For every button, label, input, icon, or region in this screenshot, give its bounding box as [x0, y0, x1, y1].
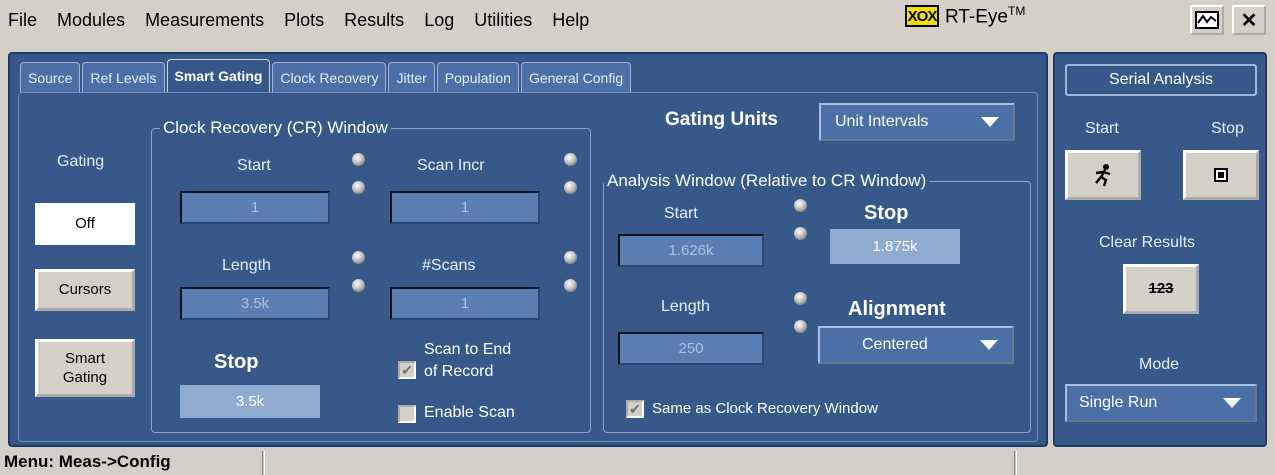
menu-measurements[interactable]: Measurements — [135, 0, 274, 40]
aw-length-up-knob[interactable] — [794, 292, 807, 305]
app-brand: XOX RT-EyeTM — [905, 4, 1025, 28]
analysis-window-title: Analysis Window (Relative to CR Window) — [604, 171, 930, 191]
gating-label: Gating — [57, 153, 105, 170]
gating-units-label: Gating Units — [665, 109, 778, 130]
window-icon — [1195, 11, 1219, 29]
cr-scan-incr-up-knob[interactable] — [564, 153, 577, 166]
check-icon: ✔ — [629, 400, 641, 417]
stop-button[interactable] — [1183, 150, 1259, 200]
cr-length-up-knob[interactable] — [352, 251, 365, 264]
aw-start-input[interactable]: 1.626k — [618, 234, 764, 267]
aw-length-down-knob[interactable] — [794, 320, 807, 333]
gating-smart-gating-button[interactable]: Smart Gating — [35, 339, 135, 397]
clear-results-label: Clear Results — [1099, 234, 1196, 251]
chevron-down-icon — [981, 117, 999, 127]
aw-start-down-knob[interactable] — [794, 227, 807, 240]
cr-window-group: Clock Recovery (CR) Window Start 1 Scan … — [151, 118, 591, 433]
tab-ref-levels[interactable]: Ref Levels — [82, 62, 165, 92]
aw-stop-value: 1.875k — [830, 229, 960, 264]
check-icon: ✔ — [401, 361, 413, 378]
cr-scan-incr-input[interactable]: 1 — [390, 191, 540, 224]
tab-jitter[interactable]: Jitter — [388, 62, 435, 92]
start-label: Start — [1085, 120, 1119, 137]
minimize-window-button[interactable] — [1190, 5, 1224, 35]
serial-analysis-title: Serial Analysis — [1065, 64, 1257, 96]
cr-length-input[interactable]: 3.5k — [180, 287, 330, 320]
same-as-cr-label: Same as Clock Recovery Window — [652, 400, 878, 417]
cr-scans-input[interactable]: 1 — [390, 287, 540, 320]
brand-logo: XOX — [905, 5, 939, 28]
cr-scan-incr-down-knob[interactable] — [564, 181, 577, 194]
close-button[interactable]: ✕ — [1232, 5, 1266, 35]
menu-log[interactable]: Log — [414, 0, 464, 40]
cr-scan-incr-label: Scan Incr — [417, 157, 485, 174]
scan-to-end-checkbox[interactable]: ✔ — [398, 361, 416, 379]
aw-length-label: Length — [661, 298, 710, 315]
cr-length-label: Length — [222, 257, 271, 274]
mode-value: Single Run — [1079, 394, 1158, 411]
gating-units-value: Unit Intervals — [835, 113, 929, 130]
status-bar: Menu: Meas->Config — [0, 449, 1275, 475]
stop-label: Stop — [1211, 120, 1244, 137]
start-button[interactable] — [1065, 150, 1141, 200]
chevron-down-icon — [980, 340, 998, 350]
cr-start-input[interactable]: 1 — [180, 191, 330, 224]
smart-gating-content: Gating Off Cursors Smart Gating Clock Re… — [18, 92, 1038, 442]
alignment-value: Centered — [862, 336, 928, 353]
eraser-123-icon: 123 — [1148, 280, 1174, 298]
cr-stop-value: 3.5k — [180, 385, 320, 418]
status-menu-text: Menu: Meas->Config — [4, 452, 171, 471]
tab-bar: Source Ref Levels Smart Gating Clock Rec… — [20, 59, 633, 92]
serial-analysis-panel: Serial Analysis Start Stop Clear Results… — [1053, 52, 1267, 447]
cr-start-down-knob[interactable] — [352, 181, 365, 194]
status-divider — [262, 451, 265, 475]
menu-file[interactable]: File — [0, 0, 47, 40]
stop-square-icon — [1214, 168, 1228, 182]
gating-cursors-button[interactable]: Cursors — [35, 269, 135, 311]
same-as-cr-checkbox[interactable]: ✔ — [626, 400, 644, 418]
tab-population[interactable]: Population — [436, 62, 519, 92]
chevron-down-icon — [1223, 398, 1241, 408]
cr-scans-down-knob[interactable] — [564, 279, 577, 292]
aw-start-label: Start — [664, 205, 698, 222]
alignment-label: Alignment — [848, 298, 946, 320]
menu-results[interactable]: Results — [334, 0, 414, 40]
tab-smart-gating[interactable]: Smart Gating — [166, 59, 271, 92]
menu-plots[interactable]: Plots — [274, 0, 334, 40]
cr-length-down-knob[interactable] — [352, 279, 365, 292]
clear-results-button[interactable]: 123 — [1123, 264, 1199, 314]
menu-bar: File Modules Measurements Plots Results … — [0, 0, 1275, 40]
menu-utilities[interactable]: Utilities — [464, 0, 542, 40]
gating-off-button[interactable]: Off — [35, 203, 135, 245]
gating-units-dropdown[interactable]: Unit Intervals — [819, 103, 1015, 141]
cr-scans-label: #Scans — [422, 257, 476, 274]
menu-modules[interactable]: Modules — [47, 0, 135, 40]
tab-general-config[interactable]: General Config — [520, 62, 632, 92]
close-icon: ✕ — [1240, 9, 1258, 32]
scan-to-end-label: Scan to End of Record — [424, 341, 512, 381]
mode-label: Mode — [1139, 356, 1180, 373]
aw-length-input[interactable]: 250 — [618, 332, 764, 365]
cr-window-title: Clock Recovery (CR) Window — [160, 118, 391, 138]
aw-stop-label: Stop — [864, 202, 909, 224]
alignment-dropdown[interactable]: Centered — [818, 326, 1014, 364]
menu-help[interactable]: Help — [542, 0, 599, 40]
cr-stop-label: Stop — [214, 351, 259, 373]
config-panel: Source Ref Levels Smart Gating Clock Rec… — [8, 52, 1048, 447]
tab-clock-recovery[interactable]: Clock Recovery — [272, 62, 387, 92]
status-divider — [1014, 451, 1017, 475]
mode-dropdown[interactable]: Single Run — [1065, 384, 1257, 422]
analysis-window-group: Analysis Window (Relative to CR Window) … — [603, 171, 1031, 433]
aw-start-up-knob[interactable] — [794, 199, 807, 212]
app-title: RT-EyeTM — [945, 4, 1026, 28]
enable-scan-label: Enable Scan — [424, 404, 515, 421]
running-man-icon — [1095, 164, 1111, 187]
cr-start-label: Start — [237, 157, 271, 174]
cr-start-up-knob[interactable] — [352, 153, 365, 166]
cr-scans-up-knob[interactable] — [564, 251, 577, 264]
tab-source[interactable]: Source — [20, 62, 81, 92]
enable-scan-checkbox[interactable] — [398, 405, 416, 423]
